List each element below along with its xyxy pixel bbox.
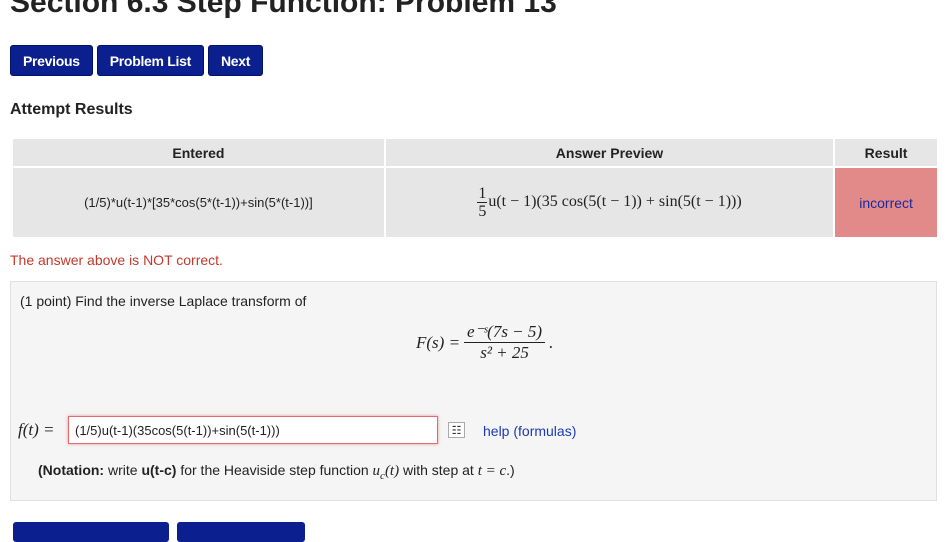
notation-text-3: with step at (399, 462, 478, 478)
preview-math: 1 5 u(t − 1)(35 cos(5(t − 1)) + sin(5(t … (477, 185, 742, 220)
formula-fraction: e⁻ˢ(7s − 5) s² + 25 (464, 322, 546, 363)
column-header-answer-preview: Answer Preview (383, 137, 836, 168)
formula-denominator: s² + 25 (480, 343, 529, 362)
problem-intro: (1 point) Find the inverse Laplace trans… (20, 293, 307, 309)
problem-box: (1 point) Find the inverse Laplace trans… (10, 281, 937, 501)
result-status: incorrect (833, 166, 939, 239)
notation-end: .) (506, 462, 515, 478)
preview-fraction-numerator: 1 (477, 185, 488, 203)
notation-text-1: write (104, 462, 142, 478)
preview-expression: u(t − 1)(35 cos(5(t − 1)) + sin(5(t − 1)… (488, 193, 742, 211)
formula-lhs: F(s) = (416, 332, 461, 352)
answer-preview: 1 5 u(t − 1)(35 cos(5(t − 1)) + sin(5(t … (383, 166, 836, 239)
column-header-result: Result (833, 137, 939, 168)
preview-fraction-denominator: 5 (478, 203, 487, 220)
notation-text-2: for the Heaviside step function (176, 462, 373, 478)
help-formulas-link[interactable]: help (formulas) (483, 423, 576, 439)
problem-nav: Previous Problem List Next (10, 45, 264, 76)
incorrect-message: The answer above is NOT correct. (10, 252, 223, 268)
column-header-entered: Entered (11, 137, 386, 168)
laplace-formula: F(s) = e⁻ˢ(7s − 5) s² + 25 . (416, 322, 553, 363)
notation-bold: (Notation: (38, 462, 105, 478)
answer-input[interactable] (68, 416, 438, 444)
notation-hint: (Notation: write u(t-c) for the Heavisid… (38, 462, 515, 482)
previous-button[interactable]: Previous (10, 45, 93, 76)
formula-period: . (549, 332, 554, 352)
notation-code: u(t-c) (141, 462, 177, 478)
answer-label: f(t) = (18, 420, 55, 439)
attempt-results-table: Entered Answer Preview Result (1/5)*u(t-… (11, 137, 939, 239)
equation-editor-grid-icon[interactable]: ☷ (448, 422, 465, 438)
notation-math-t: (t) (384, 463, 400, 479)
notation-math-u: u (372, 463, 381, 479)
next-button[interactable]: Next (207, 45, 264, 76)
attempt-results-heading: Attempt Results (10, 101, 133, 118)
submit-button-partial[interactable] (13, 522, 169, 542)
page-title: Section 6.3 Step Function: Problem 13 (10, 0, 557, 19)
formula-numerator: e⁻ˢ(7s − 5) (464, 322, 546, 343)
preview-fraction: 1 5 (477, 185, 488, 220)
problem-list-button[interactable]: Problem List (96, 45, 204, 76)
preview-button-partial[interactable] (177, 522, 305, 542)
table-row: (1/5)*u(t-1)*[35*cos(5*(t-1))+sin(5*(t-1… (11, 166, 939, 239)
entered-answer: (1/5)*u(t-1)*[35*cos(5*(t-1))+sin(5*(t-1… (11, 166, 386, 239)
notation-math-step: t = c (477, 463, 507, 479)
